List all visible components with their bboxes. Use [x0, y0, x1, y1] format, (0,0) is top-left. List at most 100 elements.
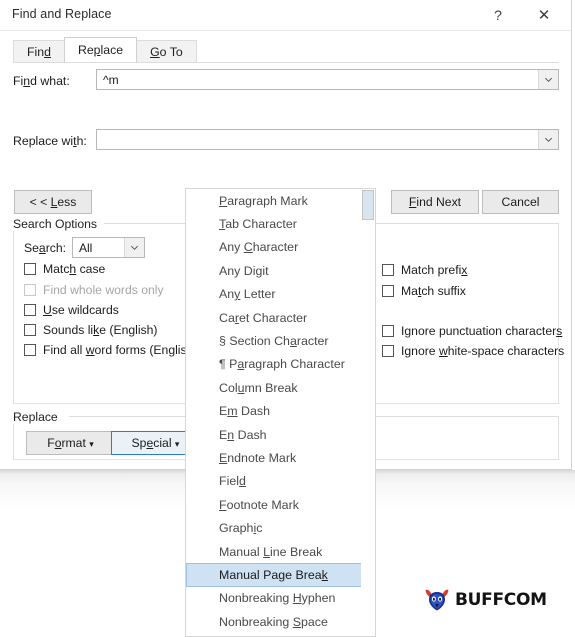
search-scope-value[interactable]: All: [73, 241, 124, 255]
checkbox-sounds-like-box[interactable]: [24, 324, 36, 336]
screen: Find and Replace ? ✕ Find Replace Go To …: [0, 0, 575, 637]
checkbox-ignore-punctuation[interactable]: Ignore punctuation characters: [382, 324, 562, 338]
menu-item-label: Nonbreaking Space: [219, 614, 328, 629]
cancel-button[interactable]: Cancel: [482, 190, 559, 214]
menu-item-label: Graphic: [219, 521, 263, 536]
checkbox-match-case-label: Match case: [43, 262, 106, 276]
find-next-button-label: Find Next: [408, 195, 462, 209]
checkbox-find-all-word-forms-box[interactable]: [24, 344, 36, 356]
menu-item[interactable]: Caret Character: [186, 306, 375, 329]
bull-head-icon: [425, 589, 449, 611]
cancel-button-label: Cancel: [501, 195, 540, 209]
dialog-title: Find and Replace: [12, 7, 112, 21]
checkbox-match-suffix-box[interactable]: [382, 285, 394, 297]
menu-item-label: Em Dash: [219, 404, 270, 419]
menu-item-label: § Section Character: [219, 334, 329, 349]
menu-item-manual-page-break[interactable]: Manual Page Break: [186, 563, 375, 587]
checkbox-match-prefix-box[interactable]: [382, 264, 394, 276]
menu-item-label: Endnote Mark: [219, 450, 297, 465]
menu-item[interactable]: § Section Character: [186, 329, 375, 352]
menu-item-label: Paragraph Mark: [219, 193, 308, 208]
menu-item[interactable]: Footnote Mark: [186, 493, 375, 516]
menu-item-label: Any Character: [219, 240, 299, 255]
dialog-title-bar: Find and Replace ? ✕: [0, 0, 571, 31]
menu-item[interactable]: Tab Character: [186, 212, 375, 235]
checkbox-match-prefix[interactable]: Match prefix: [382, 263, 467, 277]
menu-item-label: Any Letter: [219, 287, 276, 302]
menu-item-label: Column Break: [219, 380, 298, 395]
special-button-label: Special ▾: [131, 436, 180, 450]
tab-go-to[interactable]: Go To: [136, 40, 197, 62]
menu-item[interactable]: Endnote Mark: [186, 446, 375, 469]
special-dropdown-menu[interactable]: Paragraph Mark Tab Character Any Charact…: [185, 188, 376, 637]
menu-item[interactable]: Graphic: [186, 516, 375, 539]
close-icon[interactable]: ✕: [523, 0, 565, 30]
menu-item-label: Nonbreaking Hyphen: [219, 591, 336, 606]
find-what-input[interactable]: ^m: [97, 73, 538, 87]
menu-item[interactable]: Field: [186, 470, 375, 493]
checkbox-use-wildcards[interactable]: Use wildcards: [24, 303, 119, 317]
menu-item-label: ¶ Paragraph Character: [219, 357, 345, 372]
menu-item-label: Tab Character: [219, 217, 297, 232]
checkbox-ignore-white-space-label: Ignore white-space characters: [401, 344, 565, 358]
brand-name: BUFFCOM: [455, 590, 547, 610]
checkbox-ignore-punctuation-box[interactable]: [382, 325, 394, 337]
checkbox-match-case[interactable]: Match case: [24, 262, 105, 276]
tab-find[interactable]: Find: [13, 40, 65, 62]
checkbox-match-case-box[interactable]: [24, 263, 36, 275]
menu-item[interactable]: Paragraph Mark: [186, 189, 375, 212]
find-next-button[interactable]: Find Next: [391, 190, 479, 214]
checkbox-ignore-punctuation-label: Ignore punctuation characters: [401, 324, 563, 338]
checkbox-find-whole-words-only: Find whole words only: [24, 283, 164, 297]
menu-item[interactable]: Any Digit: [186, 259, 375, 282]
search-scope-label: Search:: [24, 241, 67, 255]
less-button-label: < < Less: [29, 195, 77, 209]
menu-item-label: Caret Character: [219, 310, 308, 325]
tab-find-label: Find: [27, 44, 51, 59]
menu-item[interactable]: Any Character: [186, 236, 375, 259]
tab-replace[interactable]: Replace: [63, 37, 138, 62]
help-icon[interactable]: ?: [477, 0, 519, 30]
menu-item[interactable]: En Dash: [186, 423, 375, 446]
menu-item-label: En Dash: [219, 427, 267, 442]
checkbox-use-wildcards-label: Use wildcards: [43, 303, 119, 317]
replace-with-label: Replace with:: [13, 134, 87, 148]
less-button[interactable]: < < Less: [14, 190, 92, 214]
checkbox-find-all-word-forms[interactable]: Find all word forms (English): [24, 343, 197, 357]
menu-scrollbar-thumb[interactable]: [362, 190, 374, 220]
menu-item-label: Manual Line Break: [219, 544, 323, 559]
search-scope-combo[interactable]: All: [72, 237, 145, 258]
tab-replace-label: Replace: [77, 43, 124, 57]
tab-underline: [13, 62, 559, 63]
find-what-label: Find what:: [13, 74, 70, 88]
menu-item[interactable]: Em Dash: [186, 400, 375, 423]
search-scope-chevron-down-icon[interactable]: [124, 238, 144, 257]
find-what-chevron-down-icon[interactable]: [538, 70, 558, 89]
checkbox-find-whole-words-only-label: Find whole words only: [43, 283, 164, 297]
replace-group-title: Replace: [13, 410, 64, 424]
replace-with-combo[interactable]: [96, 129, 559, 150]
checkbox-match-suffix[interactable]: Match suffix: [382, 284, 466, 298]
replace-with-chevron-down-icon[interactable]: [538, 130, 558, 149]
menu-item[interactable]: ¶ Paragraph Character: [186, 353, 375, 376]
checkbox-find-whole-words-only-box: [24, 284, 36, 296]
menu-item-label: Any Digit: [219, 263, 269, 278]
find-what-combo[interactable]: ^m: [96, 69, 559, 90]
checkbox-ignore-white-space[interactable]: Ignore white-space characters: [382, 344, 564, 358]
search-options-group-title: Search Options: [13, 217, 104, 231]
checkbox-find-all-word-forms-label: Find all word forms (English): [43, 343, 198, 357]
menu-item[interactable]: Nonbreaking Hyphen: [186, 587, 375, 610]
checkbox-ignore-white-space-box[interactable]: [382, 345, 394, 357]
menu-scrollbar[interactable]: [361, 189, 375, 636]
menu-item[interactable]: Manual Line Break: [186, 540, 375, 563]
checkbox-sounds-like-label: Sounds like (English): [43, 323, 158, 337]
checkbox-use-wildcards-box[interactable]: [24, 304, 36, 316]
menu-item[interactable]: Any Letter: [186, 283, 375, 306]
format-button[interactable]: Format ▾: [26, 431, 115, 455]
menu-item[interactable]: Column Break: [186, 376, 375, 399]
checkbox-sounds-like[interactable]: Sounds like (English): [24, 323, 158, 337]
brand-logo: BUFFCOM: [424, 588, 547, 612]
tab-strip: Find Replace Go To: [13, 37, 197, 62]
menu-item[interactable]: Nonbreaking Space: [186, 610, 375, 633]
menu-item-label: Footnote Mark: [219, 497, 299, 512]
